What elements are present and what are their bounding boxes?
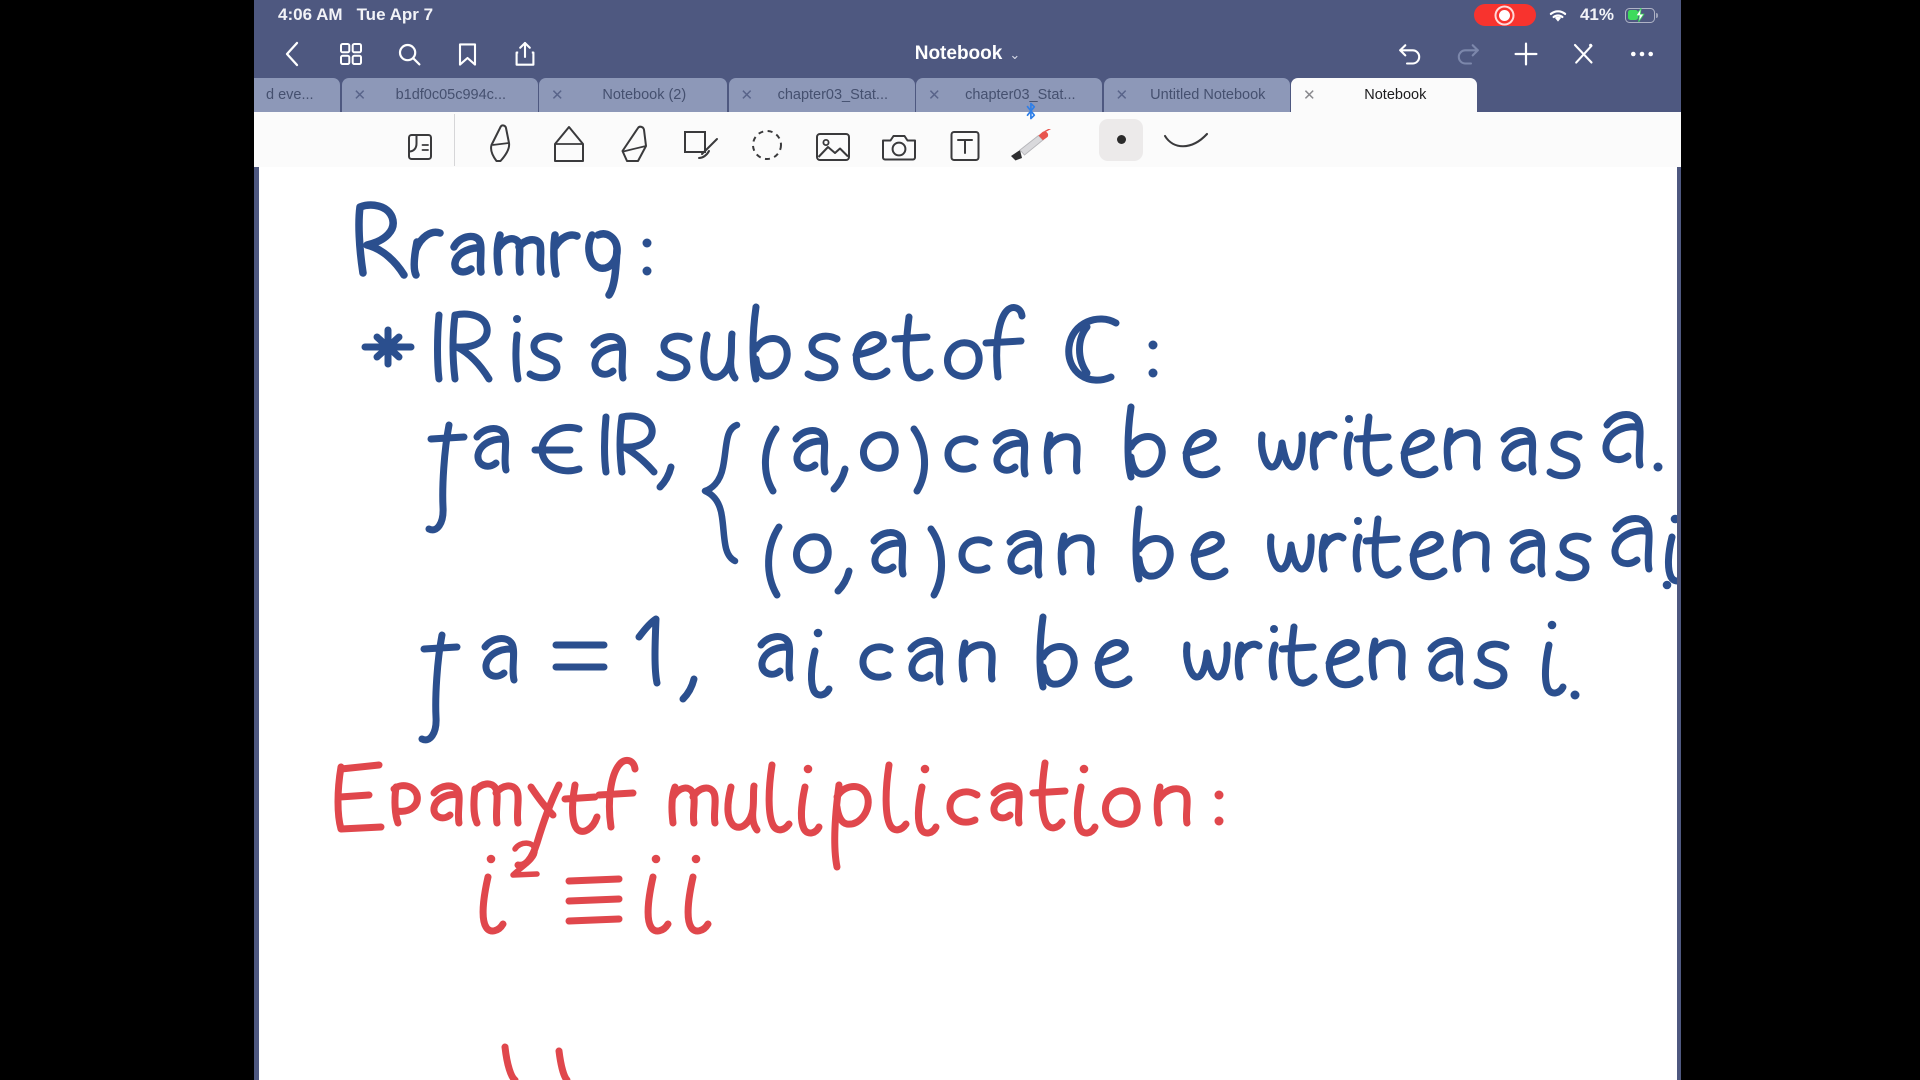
color-swatch-button[interactable]: [1099, 118, 1143, 161]
more-options-button[interactable]: [1625, 37, 1659, 71]
bookmark-icon: [458, 42, 476, 66]
highlighter-tool-button[interactable]: [609, 115, 661, 165]
tab-close-icon[interactable]: ✕: [551, 88, 564, 103]
notebook-page-area[interactable]: [254, 167, 1681, 1080]
recording-dot: [1499, 9, 1511, 21]
tab-item[interactable]: ✕ b1df0c05c994c...: [341, 78, 538, 112]
text-box-icon: [950, 130, 980, 161]
status-bar: 4:06 AM Tue Apr 7 41%: [254, 0, 1681, 30]
apple-pencil-icon: [1011, 128, 1052, 160]
lasso-select-button[interactable]: [741, 115, 793, 165]
nav-toolbar-left: [276, 37, 542, 71]
image-icon: [816, 132, 850, 161]
ipad-screen: 4:06 AM Tue Apr 7 41% Notebook ⌄ d eve..…: [254, 0, 1681, 1080]
pen-tool-button[interactable]: [477, 115, 529, 165]
tab-label: d eve...: [266, 87, 314, 103]
stylus-pencil-button[interactable]: [1005, 102, 1057, 165]
tab-label: Notebook: [1364, 87, 1427, 103]
nav-toolbar: Notebook ⌄: [254, 30, 1681, 78]
notebook-title-label: Notebook: [914, 43, 1003, 64]
ellipsis-icon: [1631, 51, 1653, 57]
search-icon: [398, 43, 420, 65]
tab-item[interactable]: d eve...: [254, 78, 340, 112]
tab-close-icon[interactable]: ✕: [741, 88, 754, 103]
battery-percent-label: 41%: [1579, 5, 1614, 24]
insert-image-button[interactable]: [807, 115, 859, 165]
camera-icon: [882, 134, 916, 160]
toolbar-divider: [454, 113, 455, 166]
highlighter-icon: [621, 125, 647, 162]
lasso-select-icon: [752, 129, 782, 160]
stroke-preview-icon: [1163, 132, 1209, 147]
back-chevron-icon: [285, 41, 299, 67]
tab-close-icon[interactable]: ✕: [354, 88, 367, 103]
chevron-down-icon: ⌄: [1009, 47, 1021, 62]
sparkle-pen-icon: [1573, 43, 1593, 64]
status-bar-right: 41%: [1473, 4, 1659, 26]
tab-bar: d eve... ✕ b1df0c05c994c... ✕ Notebook (…: [254, 78, 1681, 112]
handwritten-notes-ink: [334, 201, 1677, 1080]
tab-label: Notebook (2): [602, 87, 687, 103]
plus-icon: [1514, 42, 1538, 66]
tab-item[interactable]: ✕ Notebook (2): [539, 78, 727, 112]
tab-item[interactable]: ✕ chapter03_Stat...: [728, 78, 915, 112]
tab-item[interactable]: ✕ chapter03_Stat...: [916, 78, 1102, 112]
tab-label: b1df0c05c994c...: [395, 87, 507, 103]
charging-bolt-icon: [1635, 7, 1645, 23]
bookmark-button[interactable]: [450, 37, 484, 71]
redo-icon: [1457, 44, 1479, 65]
tab-close-icon[interactable]: ✕: [1116, 88, 1129, 103]
read-only-mode-button[interactable]: [394, 115, 446, 165]
grid-icon: [340, 43, 362, 65]
screen-root: 4:06 AM Tue Apr 7 41% Notebook ⌄ d eve..…: [0, 0, 1920, 1080]
left-bezel: [0, 0, 254, 1080]
undo-icon: [1399, 44, 1421, 65]
share-icon: [515, 41, 535, 66]
nav-toolbar-right: [1393, 37, 1659, 71]
notebook-title-button[interactable]: Notebook ⌄: [915, 43, 1021, 65]
back-button[interactable]: [276, 37, 310, 71]
wifi-icon: [1549, 9, 1567, 22]
tab-close-icon[interactable]: ✕: [928, 88, 941, 103]
tab-close-icon[interactable]: ✕: [1303, 88, 1316, 103]
tab-label: chapter03_Stat...: [777, 87, 888, 103]
tab-item-active[interactable]: ✕ Notebook: [1291, 78, 1477, 112]
color-swatch-dot: [1116, 135, 1126, 144]
eraser-tool-button[interactable]: [543, 115, 595, 165]
search-button[interactable]: [392, 37, 426, 71]
eraser-icon: [554, 125, 584, 162]
read-only-mode-icon: [408, 133, 432, 160]
bluetooth-icon: [1026, 102, 1036, 119]
pen-icon: [490, 123, 511, 162]
tab-item[interactable]: ✕ Untitled Notebook: [1103, 78, 1290, 112]
ai-assist-button[interactable]: [1567, 37, 1601, 71]
status-date: Tue Apr 7: [356, 5, 434, 24]
text-box-button[interactable]: [939, 115, 991, 165]
status-time: 4:06 AM: [278, 5, 343, 24]
recording-indicator-icon[interactable]: [1473, 4, 1536, 26]
drawing-toolbar: [254, 102, 1681, 167]
status-bar-left: 4:06 AM Tue Apr 7: [278, 5, 433, 25]
undo-button[interactable]: [1393, 37, 1427, 71]
right-bezel: [1681, 0, 1920, 1080]
camera-button[interactable]: [873, 115, 925, 165]
battery-icon: [1625, 7, 1659, 23]
redo-button[interactable]: [1451, 37, 1485, 71]
shape-icon: [684, 130, 718, 159]
add-button[interactable]: [1509, 37, 1543, 71]
tab-label: Untitled Notebook: [1150, 87, 1266, 103]
tab-label: chapter03_Stat...: [965, 87, 1076, 103]
notebook-page[interactable]: [258, 167, 1677, 1080]
share-button[interactable]: [508, 37, 542, 71]
stroke-thickness-button[interactable]: [1157, 119, 1217, 161]
thumbnail-grid-button[interactable]: [334, 37, 368, 71]
shape-tool-button[interactable]: [675, 115, 727, 165]
